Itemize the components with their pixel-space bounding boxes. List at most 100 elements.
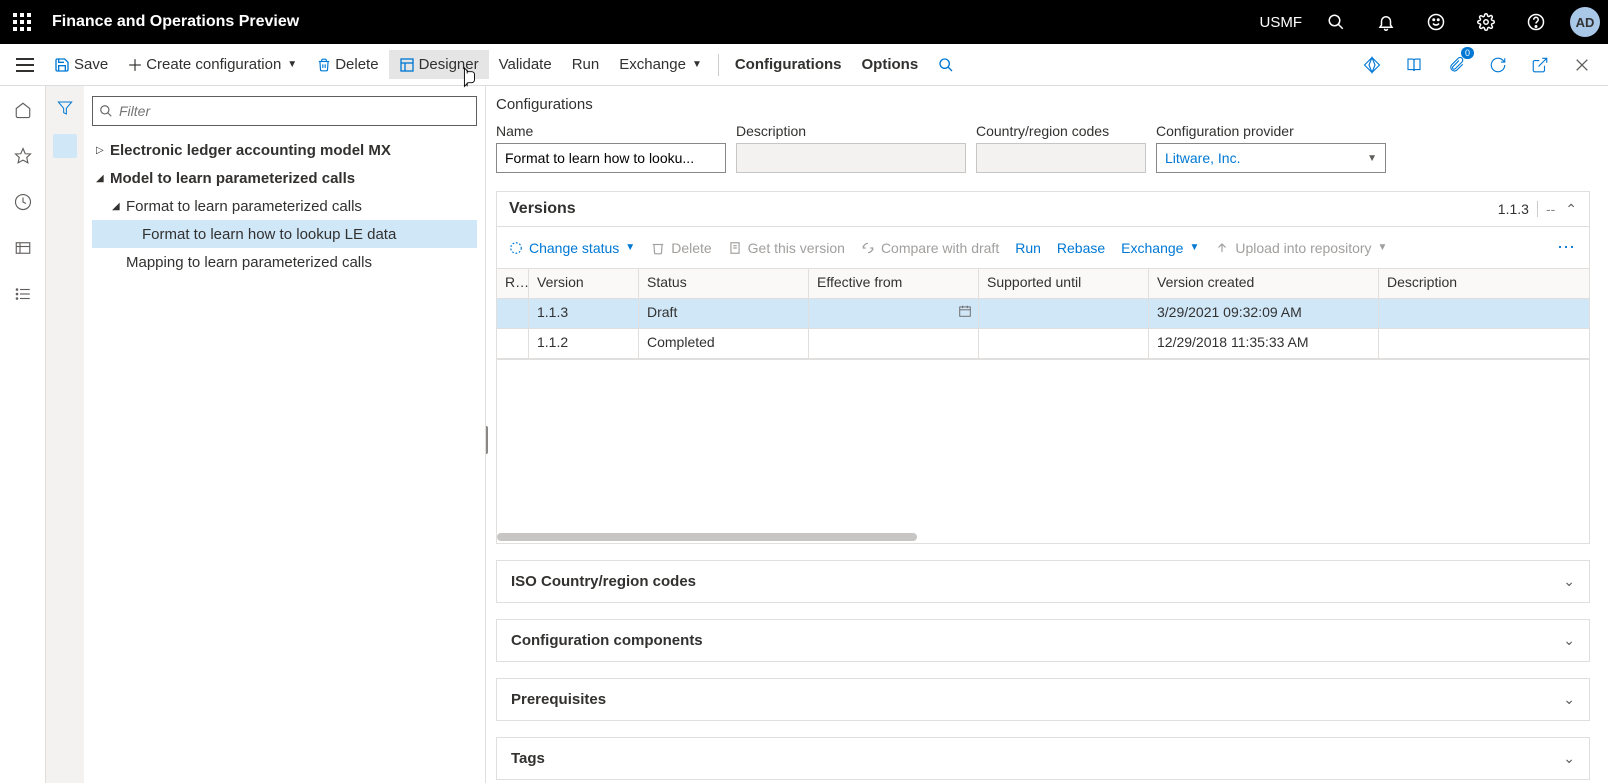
filter-field[interactable] bbox=[119, 103, 470, 119]
provider-value: Litware, Inc. bbox=[1165, 150, 1240, 166]
splitter-handle[interactable] bbox=[486, 426, 488, 454]
section-prereq[interactable]: Prerequisites⌄ bbox=[496, 678, 1590, 721]
smiley-icon[interactable] bbox=[1420, 6, 1452, 38]
tree-item[interactable]: ▷Electronic ledger accounting model MX bbox=[92, 136, 477, 164]
left-nav-rail bbox=[0, 86, 46, 783]
version-badge: 1.1.3 bbox=[1490, 201, 1538, 217]
grid-row[interactable]: 1.1.2 Completed 12/29/2018 11:35:33 AM bbox=[497, 329, 1589, 359]
help-icon[interactable] bbox=[1520, 6, 1552, 38]
calendar-icon[interactable] bbox=[958, 304, 972, 318]
chevron-down-icon: ▼ bbox=[1367, 153, 1377, 164]
company-code[interactable]: USMF bbox=[1260, 14, 1303, 31]
description-field[interactable] bbox=[736, 143, 966, 173]
gear-icon[interactable] bbox=[1470, 6, 1502, 38]
designer-button[interactable]: Designer bbox=[389, 50, 489, 79]
tree-item[interactable]: ◢Format to learn parameterized calls bbox=[92, 192, 477, 220]
create-config-label: Create configuration bbox=[146, 56, 281, 73]
funnel-icon[interactable] bbox=[51, 94, 79, 122]
delete-label: Delete bbox=[335, 56, 378, 73]
configurations-tab[interactable]: Configurations bbox=[725, 50, 852, 79]
configurations-label: Configurations bbox=[735, 56, 842, 73]
chevron-down-icon: ⌄ bbox=[1563, 691, 1575, 708]
section-components[interactable]: Configuration components⌄ bbox=[496, 619, 1590, 662]
options-button[interactable]: Options bbox=[852, 50, 929, 79]
app-title: Finance and Operations Preview bbox=[52, 13, 1260, 31]
popout-icon[interactable] bbox=[1526, 51, 1554, 79]
versions-header[interactable]: Versions 1.1.3 -- ⌃ bbox=[496, 191, 1590, 227]
badge-count: 0 bbox=[1461, 47, 1474, 59]
attachment-icon[interactable]: 0 bbox=[1442, 51, 1470, 79]
sidebar: ▷Electronic ledger accounting model MX ◢… bbox=[46, 86, 486, 783]
list-icon[interactable] bbox=[7, 278, 39, 310]
action-bar: Save Create configuration▼ Delete Design… bbox=[0, 44, 1608, 86]
version-dash: -- bbox=[1546, 201, 1555, 217]
chevron-down-icon: ▼ bbox=[1378, 242, 1388, 253]
chevron-down-icon: ▼ bbox=[1189, 242, 1199, 253]
section-tags[interactable]: Tags⌄ bbox=[496, 737, 1590, 780]
col-description[interactable]: Description bbox=[1379, 269, 1499, 298]
change-status-button[interactable]: Change status▼ bbox=[509, 240, 635, 256]
col-created[interactable]: Version created bbox=[1149, 269, 1379, 298]
separator bbox=[718, 54, 719, 76]
collapse-icon[interactable]: ◢ bbox=[96, 173, 110, 184]
exchange-button[interactable]: Exchange▼ bbox=[609, 50, 712, 79]
version-run-button[interactable]: Run bbox=[1015, 240, 1041, 256]
content-pane: Configurations Name Description Country/… bbox=[486, 86, 1608, 783]
search-action-icon[interactable] bbox=[928, 51, 964, 79]
run-button[interactable]: Run bbox=[562, 50, 610, 79]
clock-icon[interactable] bbox=[7, 186, 39, 218]
save-button[interactable]: Save bbox=[44, 50, 118, 79]
compare-button: Compare with draft bbox=[861, 240, 999, 256]
col-status[interactable]: Status bbox=[639, 269, 809, 298]
save-label: Save bbox=[74, 56, 108, 73]
delete-button[interactable]: Delete bbox=[307, 50, 388, 79]
field-label: Configuration provider bbox=[1156, 123, 1386, 139]
tree-item[interactable]: Mapping to learn parameterized calls bbox=[92, 248, 477, 276]
scroll-thumb[interactable] bbox=[497, 533, 917, 541]
diamond-icon[interactable] bbox=[1358, 51, 1386, 79]
upload-repo-button: Upload into repository▼ bbox=[1215, 240, 1387, 256]
config-tree: ▷Electronic ledger accounting model MX ◢… bbox=[92, 136, 477, 276]
col-r[interactable]: R... bbox=[497, 269, 529, 298]
book-icon[interactable] bbox=[1400, 51, 1428, 79]
strip-indicator bbox=[53, 134, 77, 158]
provider-select[interactable]: Litware, Inc. ▼ bbox=[1156, 143, 1386, 173]
grid-row[interactable]: 1.1.3 Draft 3/29/2021 09:32:09 AM bbox=[497, 299, 1589, 329]
filter-input[interactable] bbox=[92, 96, 477, 126]
home-icon[interactable] bbox=[7, 94, 39, 126]
collapse-icon[interactable]: ◢ bbox=[112, 201, 126, 212]
rebase-button[interactable]: Rebase bbox=[1057, 240, 1105, 256]
validate-label: Validate bbox=[499, 56, 552, 73]
validate-button[interactable]: Validate bbox=[489, 50, 562, 79]
col-version[interactable]: Version bbox=[529, 269, 639, 298]
app-launcher-icon[interactable] bbox=[8, 8, 36, 36]
chevron-up-icon[interactable]: ⌃ bbox=[1565, 201, 1577, 218]
version-delete-button: Delete bbox=[651, 240, 711, 256]
refresh-icon[interactable] bbox=[1484, 51, 1512, 79]
hamburger-icon[interactable] bbox=[6, 46, 44, 84]
tree-item-selected[interactable]: Format to learn how to lookup LE data bbox=[92, 220, 477, 248]
field-label: Name bbox=[496, 123, 726, 139]
star-icon[interactable] bbox=[7, 140, 39, 172]
crc-field[interactable] bbox=[976, 143, 1146, 173]
horizontal-scrollbar[interactable] bbox=[496, 530, 1590, 544]
close-icon[interactable] bbox=[1568, 51, 1596, 79]
more-icon[interactable]: ⋯ bbox=[1557, 237, 1577, 258]
version-exchange-button[interactable]: Exchange▼ bbox=[1121, 240, 1199, 256]
chevron-down-icon: ⌄ bbox=[1563, 632, 1575, 649]
search-icon[interactable] bbox=[1320, 6, 1352, 38]
exchange-label: Exchange bbox=[619, 56, 686, 73]
versions-title: Versions bbox=[509, 200, 1490, 218]
name-field[interactable] bbox=[496, 143, 726, 173]
col-effective[interactable]: Effective from bbox=[809, 269, 979, 298]
bell-icon[interactable] bbox=[1370, 6, 1402, 38]
section-iso[interactable]: ISO Country/region codes⌄ bbox=[496, 560, 1590, 603]
user-avatar[interactable]: AD bbox=[1570, 7, 1600, 37]
grid-icon[interactable] bbox=[7, 232, 39, 264]
col-supported[interactable]: Supported until bbox=[979, 269, 1149, 298]
versions-toolbar: Change status▼ Delete Get this version C… bbox=[496, 227, 1590, 268]
expand-icon[interactable]: ▷ bbox=[96, 145, 110, 156]
search-icon bbox=[99, 104, 113, 118]
create-config-button[interactable]: Create configuration▼ bbox=[118, 50, 307, 79]
tree-item[interactable]: ◢Model to learn parameterized calls bbox=[92, 164, 477, 192]
